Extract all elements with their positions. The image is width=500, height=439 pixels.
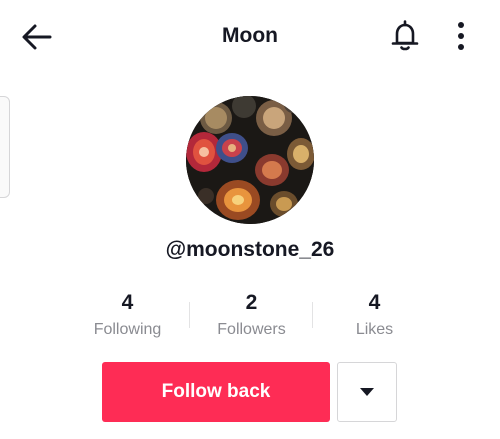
follow-back-button[interactable]: Follow back — [102, 362, 330, 422]
likes-count: 4 — [368, 291, 381, 314]
stat-following[interactable]: 4 Following — [66, 290, 189, 340]
stat-followers[interactable]: 2 Followers — [190, 290, 313, 340]
more-options-button[interactable] — [450, 20, 472, 52]
caret-down-icon — [360, 388, 374, 396]
followers-label: Followers — [217, 321, 286, 338]
followers-count: 2 — [245, 291, 258, 314]
page-title: Moon — [222, 24, 278, 47]
bell-icon — [391, 20, 419, 51]
notifications-button[interactable] — [388, 18, 422, 54]
likes-label: Likes — [355, 321, 394, 338]
following-label: Following — [93, 321, 162, 338]
header-bar: Moon — [0, 0, 500, 72]
following-count: 4 — [121, 291, 134, 314]
arrow-left-icon — [22, 24, 52, 50]
username: @moonstone_26 — [165, 238, 335, 261]
back-button[interactable] — [20, 22, 54, 52]
stats-row: 4 Following 2 Followers 4 Likes — [66, 290, 436, 342]
avatar[interactable] — [186, 96, 314, 224]
more-vertical-icon — [458, 22, 464, 50]
suggested-accounts-dropdown-button[interactable] — [337, 362, 397, 422]
avatar-image — [186, 96, 314, 224]
stat-likes[interactable]: 4 Likes — [313, 290, 436, 340]
side-drawer-handle[interactable] — [0, 96, 10, 198]
